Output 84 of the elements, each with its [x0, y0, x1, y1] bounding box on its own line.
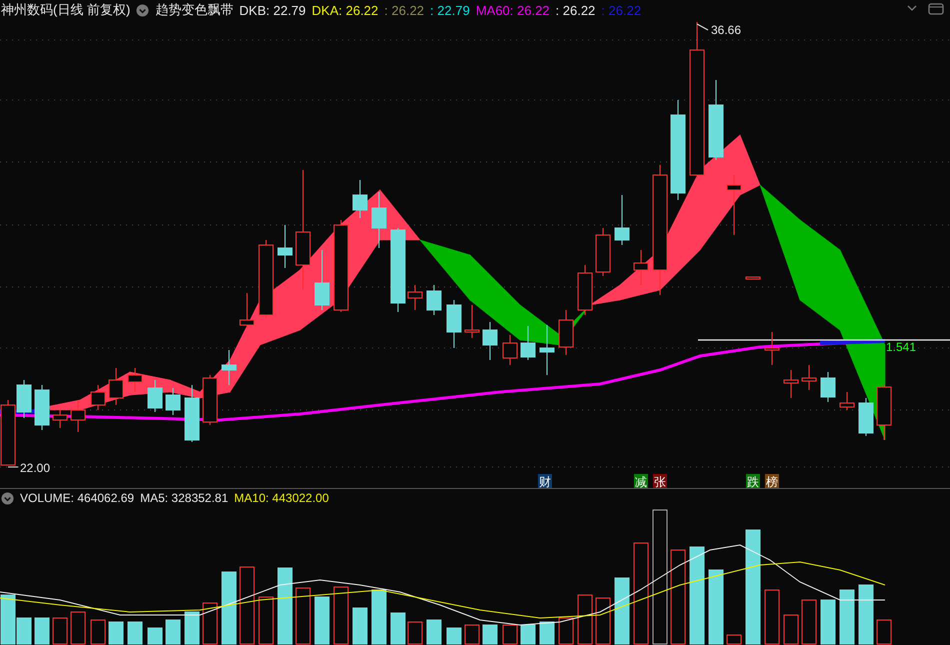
volume-bar: [148, 628, 162, 644]
volume-bar: [184, 612, 200, 644]
candlestick: [558, 310, 574, 356]
value-label: 1.541: [886, 340, 916, 354]
candlestick: [352, 180, 368, 218]
signal-badge: 张: [653, 474, 667, 488]
candlestick: [408, 284, 422, 310]
candlestick: [482, 322, 498, 360]
signal-badge: 榜: [765, 474, 779, 488]
volume-legend-value: VOLUME: 464062.69: [20, 491, 134, 505]
candlestick: [372, 192, 386, 248]
candlestick: [764, 332, 780, 366]
volume-bar: [166, 620, 180, 644]
dropdown-icon[interactable]: [136, 4, 150, 16]
volume-bar: [352, 608, 368, 644]
volume-bar: [520, 624, 536, 644]
volume-legend-value: MA5: 328352.81: [140, 491, 228, 505]
candlestick: [596, 228, 610, 276]
candlestick: [202, 374, 218, 426]
candlestick: [464, 304, 480, 338]
candlestick: [802, 364, 816, 390]
leader-line: [8, 466, 18, 468]
candlestick: [446, 300, 462, 348]
volume-legend-value: MA10: 443022.00: [234, 491, 329, 505]
legend-value: MA60: 26.22: [476, 2, 550, 18]
candlestick: [278, 224, 292, 268]
stock-title: 神州数码(日线 前复权): [1, 1, 130, 19]
candlestick: [820, 372, 836, 402]
volume-bar: [390, 612, 406, 644]
volume-bar: [108, 622, 124, 644]
signal-badge: 减: [634, 474, 648, 488]
candlestick: [70, 400, 86, 432]
candlestick: [726, 174, 742, 236]
legend-value: : 26.22: [556, 2, 596, 18]
candlestick: [240, 292, 254, 328]
volume-bar: [314, 596, 330, 644]
candlestick: [52, 410, 68, 428]
candlestick: [222, 350, 236, 386]
volume-bar: [446, 628, 462, 644]
candlestick: [166, 388, 180, 416]
candlestick: [614, 194, 630, 246]
signal-badge: 跌: [746, 474, 760, 488]
candlestick: [520, 326, 536, 360]
dropdown-icon[interactable]: [1, 492, 14, 504]
candlestick: [426, 284, 442, 316]
legend-value: DKB: 22.79: [239, 2, 306, 18]
volume-bar: [426, 620, 442, 644]
candlestick: [184, 384, 200, 442]
candlestick: [34, 384, 50, 430]
candlestick: [540, 324, 554, 376]
candlestick: [784, 370, 798, 398]
legend-value: : 26.22: [601, 2, 642, 18]
volume-bar: [614, 578, 630, 644]
legend-value: : 22.79: [430, 2, 470, 18]
volume-bar: [840, 590, 854, 644]
candlestick: [90, 384, 106, 410]
candlestick: [634, 250, 648, 286]
high-price-label: 36.66: [711, 23, 742, 37]
candlestick: [502, 334, 518, 366]
candlestick: [148, 380, 162, 412]
candlestick: [314, 250, 330, 310]
volume-bar: [128, 622, 142, 644]
candlestick: [128, 368, 142, 392]
volume-bar: [820, 600, 836, 644]
candlestick: [858, 398, 874, 436]
legend-value: DKA: 26.22: [312, 2, 378, 18]
candlestick: [876, 384, 892, 440]
volume-bar: [858, 584, 874, 644]
candlestick: [108, 368, 124, 406]
chevron-down-icon[interactable]: [906, 3, 918, 13]
low-price-label: 22.00: [20, 461, 50, 475]
indicator-name: 趋势变色飘带: [155, 1, 234, 19]
volume-bar: [540, 622, 554, 644]
trend-band-segment: [419, 239, 470, 301]
leader-line: [696, 24, 708, 30]
volume-bar: [482, 624, 498, 644]
window-icon[interactable]: [928, 3, 944, 15]
signal-badge: 财: [538, 474, 552, 488]
candlestick: [578, 264, 592, 316]
candlestick: [746, 276, 760, 280]
volume-bar: [34, 618, 50, 644]
volume-bar: [372, 590, 386, 644]
legend-value: : 26.22: [384, 2, 424, 18]
candlestick: [840, 392, 854, 410]
